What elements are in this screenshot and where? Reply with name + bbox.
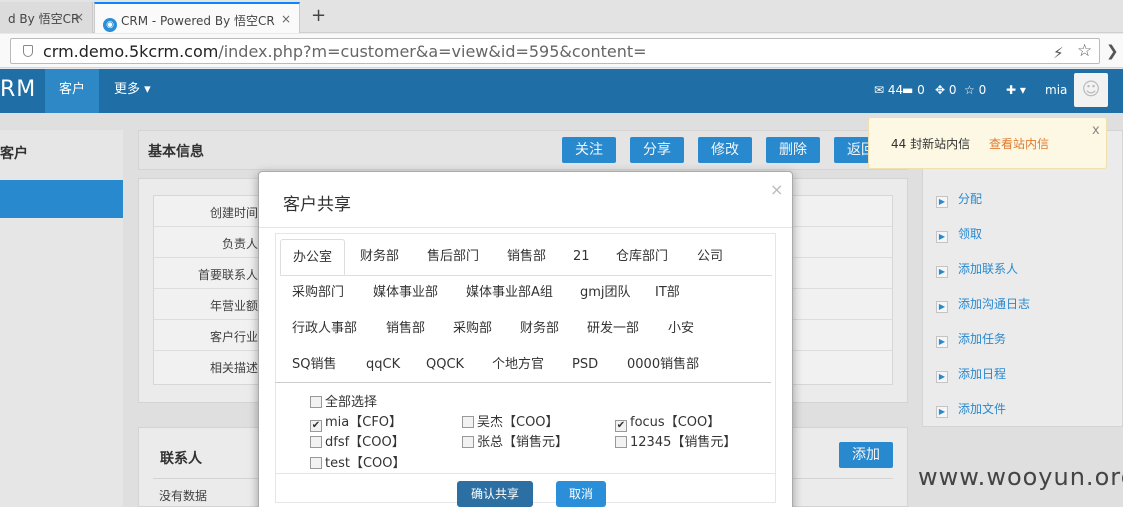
tasks-count: 0 [917, 83, 925, 97]
confirm-share-button[interactable]: 确认共享 [457, 481, 533, 507]
chevron-right-icon[interactable]: ❯ [1106, 42, 1119, 60]
user-checkbox[interactable]: 张总【销售元】 [462, 431, 568, 450]
watermark: www.wooyun.org [918, 463, 1123, 491]
favicon-icon: ◉ [103, 18, 117, 32]
new-tab-button[interactable]: + [311, 5, 326, 26]
url-path: /index.php?m=customer&a=view&id=595&cont… [218, 42, 647, 61]
move-icon: ✥ [935, 83, 949, 97]
browser-tab-active[interactable]: ◉ CRM - Powered By 悟空CR × [94, 2, 300, 33]
dept-tab[interactable]: 21 [561, 239, 602, 275]
notification-text: 44 封新站内信 [891, 135, 970, 152]
nav-item-more[interactable]: 更多 ▾ [100, 69, 165, 113]
dept-tab[interactable]: 小安 [656, 311, 706, 347]
dept-tab[interactable]: 行政人事部 [280, 311, 369, 347]
dept-tab[interactable]: 仓库部门 [604, 239, 680, 275]
dept-tab[interactable]: 采购部门 [280, 275, 356, 311]
url-text[interactable]: crm.demo.5kcrm.com/index.php?m=customer&… [43, 42, 647, 61]
dept-tab[interactable]: QQCK [414, 347, 476, 383]
dept-tab[interactable]: 研发一部 [575, 311, 651, 347]
favorites-count: 0 [978, 83, 987, 97]
dept-tab[interactable]: 财务部 [508, 311, 571, 347]
select-all-checkbox[interactable]: 全部选择 [310, 391, 377, 410]
dept-tab[interactable]: IT部 [643, 275, 692, 311]
dept-tab[interactable]: PSD [560, 347, 610, 383]
browser-tab-bar: d By 悟空CR × ◉ CRM - Powered By 悟空CR × + [0, 0, 1123, 33]
tab-title: CRM - Powered By 悟空CR [121, 14, 275, 28]
cancel-button[interactable]: 取消 [556, 481, 606, 507]
messages-count: 44 [887, 83, 904, 97]
checkbox-icon [462, 416, 474, 428]
dept-tab[interactable]: 办公室 [280, 239, 346, 275]
bookmark-star-icon[interactable]: ☆ [1077, 41, 1092, 61]
dept-tab[interactable]: SQ销售 [280, 347, 349, 383]
dept-tab[interactable]: 媒体事业部A组 [454, 275, 565, 311]
tab-title: d By 悟空CR [8, 12, 80, 26]
dept-tab[interactable]: 公司 [685, 239, 735, 275]
dept-tab[interactable]: 个地方官 [480, 347, 556, 383]
notification-close-icon[interactable]: x [1092, 123, 1100, 138]
dept-tab[interactable]: 销售部 [374, 311, 437, 347]
tab-divider [275, 382, 771, 383]
avatar[interactable]: ☺ [1074, 73, 1108, 107]
dept-tab[interactable]: 0000销售部 [615, 347, 711, 383]
events-count: 0 [948, 83, 957, 97]
browser-tab-inactive[interactable]: d By 悟空CR × [0, 2, 93, 33]
modal-title: 客户共享 [283, 195, 351, 215]
task-icon: ▬ [902, 83, 918, 97]
checkbox-icon [462, 436, 474, 448]
user-label: focus【COO】 [630, 415, 721, 430]
tab-close-icon[interactable]: × [281, 12, 291, 26]
nav-item-customers[interactable]: 客户 [45, 69, 100, 113]
tab-close-icon[interactable]: × [74, 10, 84, 24]
events-indicator[interactable]: ✥ 0 [935, 69, 957, 113]
user-label: test【COO】 [325, 456, 406, 471]
messages-indicator[interactable]: ✉ 44 [874, 69, 903, 113]
lightning-icon[interactable]: ⚡ [1053, 44, 1064, 62]
shield-icon [23, 45, 33, 57]
browser-toolbar: crm.demo.5kcrm.com/index.php?m=customer&… [0, 34, 1123, 68]
divider [275, 473, 776, 474]
user-label: 12345【销售元】 [630, 435, 737, 450]
user-checkbox[interactable]: dfsf【COO】 [310, 431, 405, 450]
user-label: 张总【销售元】 [477, 435, 569, 450]
divider [259, 227, 792, 228]
envelope-icon: ✉ [874, 83, 888, 97]
add-menu-button[interactable]: ✚ ▾ [1006, 69, 1026, 113]
select-all-label: 全部选择 [325, 395, 378, 410]
checkbox-icon [615, 436, 627, 448]
dept-tab[interactable]: 销售部 [495, 239, 558, 275]
user-name[interactable]: mia [1045, 69, 1067, 113]
notification-message: 封新站内信 [910, 137, 971, 151]
user-checkbox[interactable]: 12345【销售元】 [615, 431, 736, 450]
brand-logo[interactable]: RM [0, 77, 36, 102]
share-customer-modal: 客户共享 × 办公室 财务部 售后部门 销售部 21 仓库部门 公司 采购部门 … [258, 171, 793, 507]
dept-tab[interactable]: 采购部 [441, 311, 504, 347]
modal-close-icon[interactable]: × [770, 180, 783, 199]
user-checkbox[interactable]: test【COO】 [310, 452, 406, 471]
dept-tab[interactable]: 财务部 [348, 239, 411, 275]
app-navbar: RM 客户 更多 ▾ ✉ 44 ▬ 0 ✥ 0 ☆ 0 ✚ ▾ mia ☺ [0, 69, 1123, 113]
address-bar[interactable]: crm.demo.5kcrm.com/index.php?m=customer&… [10, 38, 1100, 64]
user-checkbox[interactable]: 吴杰【COO】 [462, 411, 559, 430]
checkbox-icon [310, 396, 322, 408]
favorites-indicator[interactable]: ☆ 0 [964, 69, 986, 113]
dept-tab[interactable]: 售后部门 [415, 239, 491, 275]
checkbox-icon [310, 436, 322, 448]
user-label: 吴杰【COO】 [477, 415, 559, 430]
user-checkbox[interactable]: ✔ mia【CFO】 [310, 411, 402, 432]
notification-count: 44 [891, 137, 907, 151]
user-checkbox[interactable]: ✔ focus【COO】 [615, 411, 720, 432]
star-icon: ☆ [964, 83, 979, 97]
user-label: mia【CFO】 [325, 415, 403, 430]
modal-body: 办公室 财务部 售后部门 销售部 21 仓库部门 公司 采购部门 媒体事业部 媒… [275, 233, 776, 507]
url-host: crm.demo.5kcrm.com [43, 42, 219, 61]
dept-tab[interactable]: qqCK [354, 347, 412, 383]
dept-tab[interactable]: 媒体事业部 [361, 275, 450, 311]
checkbox-icon [310, 457, 322, 469]
dept-tab[interactable]: gmj团队 [568, 275, 643, 311]
view-messages-link[interactable]: 查看站内信 [989, 135, 1049, 152]
user-label: dfsf【COO】 [325, 435, 405, 450]
tasks-indicator[interactable]: ▬ 0 [902, 69, 925, 113]
message-notification: 44 封新站内信 查看站内信 x [868, 117, 1107, 169]
